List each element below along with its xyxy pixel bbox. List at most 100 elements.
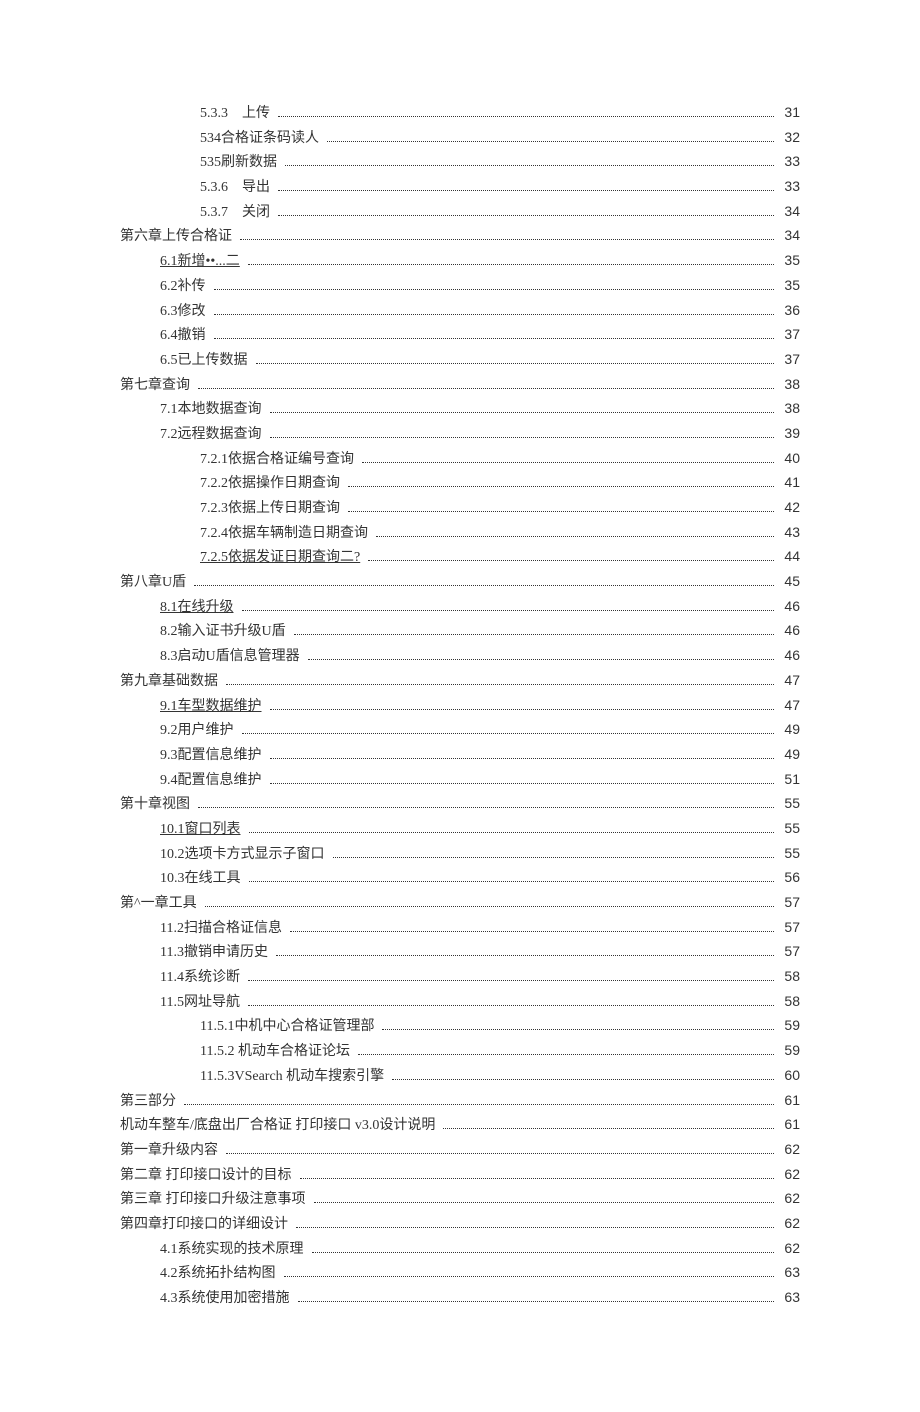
toc-entry: 第七章查询38 <box>120 374 800 397</box>
toc-leader-dots <box>214 327 775 339</box>
toc-page-number: 44 <box>780 546 800 568</box>
toc-leader-dots <box>205 895 775 907</box>
toc-entry: 5.3.3 上传31 <box>120 102 800 125</box>
toc-leader-dots <box>240 228 774 240</box>
toc-page-number: 62 <box>780 1213 800 1235</box>
toc-label: 第一章升级内容 <box>120 1140 222 1162</box>
toc-entry: 第十章视图55 <box>120 793 800 816</box>
toc-entry: 11.2扫描合格证信息57 <box>120 917 800 940</box>
toc-entry: 7.1本地数据查询38 <box>120 398 800 421</box>
toc-leader-dots <box>278 179 774 191</box>
toc-label: 11.5.1中机中心合格证管理部 <box>200 1016 378 1038</box>
toc-entry: 6.1新增••...二 35 <box>120 250 800 273</box>
toc-entry: 7.2.1依据合格证编号查询40 <box>120 448 800 471</box>
toc-page-number: 58 <box>780 966 800 988</box>
toc-label: 9.4配置信息维护 <box>160 770 266 792</box>
toc-entry: 11.3撤销申请历史57 <box>120 941 800 964</box>
toc-entry: 9.1车型数据维护47 <box>120 695 800 718</box>
toc-label: 534合格证条码读人 <box>200 128 323 150</box>
toc-leader-dots <box>248 253 775 265</box>
toc-entry: 6.5已上传数据37 <box>120 349 800 372</box>
toc-page-number: 46 <box>780 596 800 618</box>
toc-entry: 11.5.1中机中心合格证管理部59 <box>120 1015 800 1038</box>
toc-page-number: 43 <box>780 522 800 544</box>
toc-leader-dots <box>198 376 774 388</box>
toc-entry: 第^一章工具57 <box>120 892 800 915</box>
toc-label: 8.1在线升级 <box>160 597 238 619</box>
toc-entry: 11.5.2 机动车合格证论坛 59 <box>120 1040 800 1063</box>
toc-label: 8.3启动U盾信息管理器 <box>160 646 304 668</box>
toc-label: 11.5网址导航 <box>160 992 244 1014</box>
toc-leader-dots <box>382 1018 774 1030</box>
toc-entry: 第九章基础数据47 <box>120 670 800 693</box>
toc-entry: 8.2输入证书升级U盾 46 <box>120 620 800 643</box>
toc-label: 11.5.3VSearch 机动车搜索引擎 <box>200 1066 388 1088</box>
toc-leader-dots <box>276 944 774 956</box>
toc-label: 5.3.6 导出 <box>200 177 274 199</box>
toc-page-number: 47 <box>780 695 800 717</box>
toc-label: 第三章 打印接口升级注意事项 <box>120 1189 310 1211</box>
toc-label: 8.2输入证书升级U盾 <box>160 621 290 643</box>
toc-label: 4.2系统拓扑结构图 <box>160 1263 280 1285</box>
toc-page-number: 49 <box>780 719 800 741</box>
toc-page-number: 46 <box>780 620 800 642</box>
toc-page-number: 55 <box>780 818 800 840</box>
toc-label: 7.2.2依据操作日期查询 <box>200 473 344 495</box>
toc-label: 11.4系统诊断 <box>160 967 244 989</box>
toc-leader-dots <box>214 278 775 290</box>
toc-page-number: 38 <box>780 398 800 420</box>
toc-entry: 6.4撤销37 <box>120 324 800 347</box>
toc-leader-dots <box>270 771 775 783</box>
toc-entry: 535刷新数据33 <box>120 151 800 174</box>
toc-page-number: 62 <box>780 1238 800 1260</box>
toc-leader-dots <box>248 994 774 1006</box>
toc-label: 第六章上传合格证 <box>120 226 236 248</box>
toc-leader-dots <box>368 549 774 561</box>
toc-leader-dots <box>376 525 774 537</box>
toc-leader-dots <box>242 599 775 611</box>
toc-entry: 6.3修改36 <box>120 300 800 323</box>
toc-leader-dots <box>362 450 774 462</box>
toc-label: 11.5.2 机动车合格证论坛 <box>200 1041 354 1063</box>
toc-entry: 第二章 打印接口设计的目标62 <box>120 1164 800 1187</box>
toc-page-number: 62 <box>780 1139 800 1161</box>
toc-leader-dots <box>300 1166 775 1178</box>
toc-leader-dots <box>242 722 775 734</box>
toc-label: 4.3系统使用加密措施 <box>160 1288 294 1310</box>
toc-label: 7.2远程数据查询 <box>160 424 266 446</box>
toc-page-number: 37 <box>780 349 800 371</box>
toc-label: 10.3在线工具 <box>160 868 245 890</box>
toc-label: 10.1窗口列表 <box>160 819 245 841</box>
toc-page-number: 62 <box>780 1164 800 1186</box>
toc-leader-dots <box>248 969 774 981</box>
toc-entry: 9.2用户维护49 <box>120 719 800 742</box>
toc-entry: 8.3启动U盾信息管理器 46 <box>120 645 800 668</box>
toc-page-number: 35 <box>780 250 800 272</box>
toc-leader-dots <box>358 1043 774 1055</box>
toc-label: 第三部分 <box>120 1091 180 1113</box>
toc-page-number: 62 <box>780 1188 800 1210</box>
toc-leader-dots <box>348 500 774 512</box>
toc-label: 6.1新增••...二 <box>160 251 244 273</box>
toc-entry: 机动车整车/底盘出厂合格证 打印接口 v3.0设计说明61 <box>120 1114 800 1137</box>
toc-entry: 11.5.3VSearch 机动车搜索引擎60 <box>120 1065 800 1088</box>
toc-entry: 6.2补传35 <box>120 275 800 298</box>
toc-page-number: 46 <box>780 645 800 667</box>
toc-page-number: 36 <box>780 300 800 322</box>
toc-entry: 7.2远程数据查询39 <box>120 423 800 446</box>
toc-entry: 10.2选项卡方式显示子窗口55 <box>120 843 800 866</box>
toc-label: 11.3撤销申请历史 <box>160 942 272 964</box>
toc-page-number: 41 <box>780 472 800 494</box>
toc-leader-dots <box>270 747 775 759</box>
toc-page-number: 32 <box>780 127 800 149</box>
toc-leader-dots <box>443 1117 774 1129</box>
toc-leader-dots <box>348 475 774 487</box>
toc-page-number: 38 <box>780 374 800 396</box>
toc-page-number: 51 <box>780 769 800 791</box>
toc-leader-dots <box>298 1290 775 1302</box>
toc-page-number: 57 <box>780 917 800 939</box>
toc-page-number: 57 <box>780 892 800 914</box>
toc-entry: 4.2系统拓扑结构图63 <box>120 1262 800 1285</box>
toc-page-number: 63 <box>780 1287 800 1309</box>
toc-page-number: 59 <box>780 1040 800 1062</box>
